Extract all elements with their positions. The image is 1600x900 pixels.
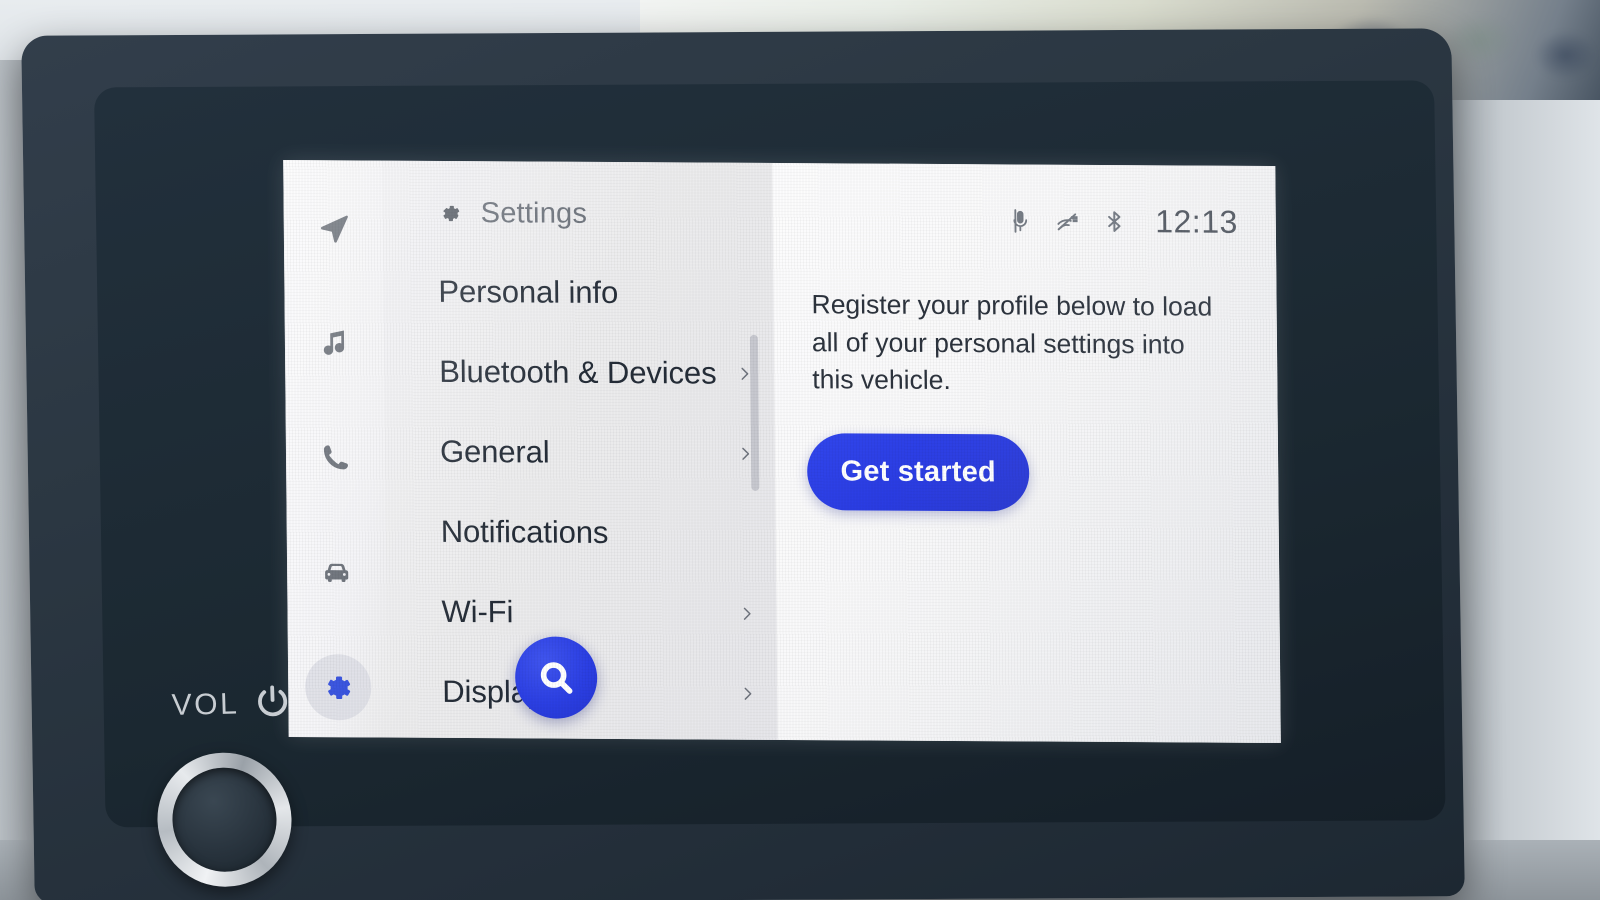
menu-item-notifications[interactable]: Notifications [385, 492, 776, 574]
car-interior-scene: VOL Settings Personal info Bluetooth & D… [0, 0, 1600, 900]
microphone-muted-icon [1008, 208, 1033, 233]
rail-item-phone[interactable] [302, 424, 369, 490]
phone-icon [323, 444, 348, 469]
car-icon [325, 563, 349, 582]
menu-item-wifi[interactable]: Wi-Fi [386, 572, 777, 654]
gear-icon [443, 205, 460, 222]
status-bar-clock: 12:13 [1155, 203, 1238, 240]
detail-pane: 12:13 Register your profile below to loa… [772, 162, 1281, 744]
rail-item-settings[interactable] [304, 654, 372, 721]
menu-item-general[interactable]: General [385, 412, 776, 494]
power-icon[interactable] [253, 681, 292, 725]
page-title: Settings [480, 197, 588, 230]
navigation-arrow-icon [320, 215, 348, 243]
volume-power-label: VOL [171, 681, 292, 726]
bluetooth-icon [1102, 209, 1127, 234]
music-note-icon [323, 329, 345, 355]
settings-header: Settings [382, 161, 773, 232]
get-started-button[interactable]: Get started [806, 433, 1030, 512]
volume-label-text: VOL [171, 687, 240, 722]
profile-registration-message: Register your profile below to load all … [811, 289, 1213, 396]
list-scrollbar[interactable] [749, 334, 760, 491]
menu-item-label: Personal info [438, 273, 619, 311]
menu-item-label: General [439, 433, 550, 470]
menu-item-bluetooth-devices[interactable]: Bluetooth & Devices [384, 332, 775, 414]
search-button[interactable] [514, 636, 598, 719]
settings-list-pane: Settings Personal info Bluetooth & Devic… [382, 160, 778, 740]
audio-off-icon [1055, 209, 1080, 234]
chevron-right-icon [738, 606, 754, 622]
rail-item-navigation[interactable] [300, 194, 367, 260]
dashboard-right-trim [1440, 100, 1600, 900]
search-icon [540, 662, 573, 694]
gear-icon [328, 675, 351, 699]
rail-item-media[interactable] [301, 309, 368, 375]
menu-item-label: Notifications [440, 513, 609, 550]
app-rail [283, 159, 388, 738]
menu-item-label: Wi-Fi [441, 593, 514, 630]
infotainment-screen: Settings Personal info Bluetooth & Devic… [283, 159, 1281, 744]
menu-item-label: Bluetooth & Devices [439, 353, 717, 391]
chevron-right-icon [739, 686, 755, 702]
menu-item-personal-info[interactable]: Personal info [383, 252, 774, 334]
status-bar: 12:13 [772, 163, 1276, 241]
rail-item-vehicle[interactable] [303, 539, 370, 605]
volume-knob-face [170, 766, 279, 873]
